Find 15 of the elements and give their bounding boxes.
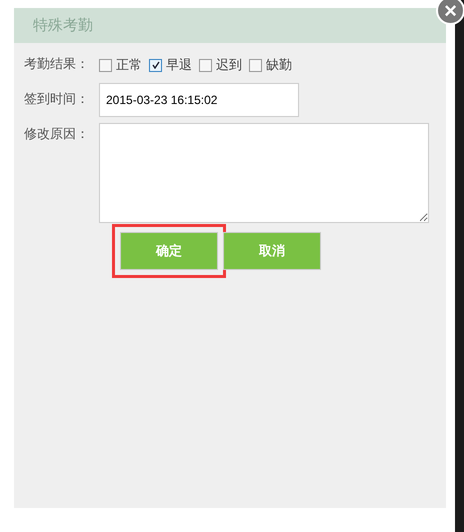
- field-label: 修改原因：: [24, 126, 90, 144]
- time-field[interactable]: 2015-03-23 16:15:02: [99, 83, 299, 117]
- reason-field[interactable]: [99, 123, 429, 223]
- field-label: 考勤结果：: [24, 56, 90, 74]
- checkbox-label: 迟到: [216, 57, 242, 74]
- dialog-title: 特殊考勤: [33, 16, 93, 35]
- checkbox[interactable]: [249, 58, 262, 72]
- field-label: 签到时间：: [24, 91, 90, 109]
- checkbox[interactable]: [199, 58, 212, 72]
- close-button[interactable]: ×: [436, 0, 464, 25]
- checkbox[interactable]: [99, 58, 112, 72]
- checkbox[interactable]: [149, 58, 162, 72]
- checkbox-label: 缺勤: [266, 57, 292, 74]
- checkbox-label: 早退: [166, 57, 192, 74]
- checkbox-label: 正常: [116, 57, 142, 74]
